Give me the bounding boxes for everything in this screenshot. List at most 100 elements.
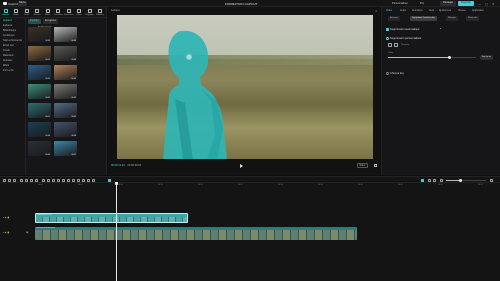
inspector-tab[interactable]: Ajustement [439,9,451,12]
cover-icon[interactable]: ▣ [26,231,28,234]
size-slider[interactable] [388,55,476,59]
ratio-button[interactable]: Ratio [356,163,368,168]
tool-texte[interactable]: Texte [22,8,31,17]
menu-button[interactable]: Menu [18,1,27,6]
preview-axis-icon[interactable] [433,178,436,182]
tool-importer[interactable]: Importer [1,8,10,17]
video-preview[interactable] [117,15,373,159]
delete-icon[interactable] [35,178,38,182]
ruler-tick-label: 00:50 [438,184,443,186]
tab-import[interactable]: Importer [28,19,41,24]
tool-soustitres[interactable]: Sous-titres [64,8,74,17]
tool-effets[interactable]: Effets [43,8,52,17]
mirror-icon[interactable] [52,178,55,182]
playhead-handle[interactable] [114,182,118,185]
tab-record[interactable]: Enregistrer [43,19,59,24]
timeline-panel: 00:00 00:05 00:10 00:15 00:20 00:25 00:30 00:35… [0,176,500,281]
inspector-tab[interactable]: Animation [412,9,423,12]
thumbnail-duration: 00:09 [71,96,77,99]
inspector-tab[interactable]: Suivi [429,9,434,12]
inspector-tab[interactable]: Application [472,9,484,12]
pro-button[interactable]: Pro [420,2,424,5]
media-thumbnail[interactable]: 00:04 [54,65,77,80]
auto-remove-checkbox[interactable] [386,28,389,31]
inspector-tab[interactable]: Vitesse [458,9,466,12]
zoom-out-icon[interactable] [440,178,443,182]
maximize-button[interactable]: ▢ [485,2,488,6]
zoom-in-icon[interactable] [490,178,493,182]
zoom-slider[interactable] [446,178,486,182]
snap-toggle-icon[interactable] [421,178,424,182]
color-icon[interactable] [87,178,90,182]
tool-filtres[interactable]: Filtres [75,8,84,17]
rotate-icon[interactable] [57,178,60,182]
inspector-subtab[interactable]: Basique [388,16,400,21]
zoom-slider-knob[interactable] [459,178,462,182]
export-button[interactable]: Exporter [458,1,474,6]
ruler-tick-label: 00:40 [358,184,363,186]
delete-right-icon[interactable] [30,178,33,182]
tool-rglages[interactable]: Réglages [85,8,94,17]
media-thumbnail[interactable]: 00:06 [54,46,77,61]
media-thumbnail[interactable]: 00:07 [28,84,51,99]
media-thumbnail[interactable]: 00:08 [54,122,77,137]
audio-separate-icon[interactable] [92,178,95,182]
delete-left-icon[interactable] [25,178,28,182]
media-thumbnail[interactable]: 00:09 [54,84,77,99]
size-slider-knob[interactable] [448,55,452,59]
track1-controls[interactable]: ▸ ◉ 🔒 [3,216,10,219]
overlay-video-clip[interactable]: Vidéo 00:00:12:03 [35,213,188,223]
ai-icon[interactable] [77,178,80,182]
media-thumbnail[interactable]: 00:10 [28,65,51,80]
crop-icon[interactable] [62,178,65,182]
inspector-subtab[interactable]: Retouche [466,16,480,21]
media-thumbnail[interactable]: 00:06 [28,122,51,137]
media-thumbnail[interactable]: 00:03 [28,141,51,156]
project-title[interactable]: FORMATION CAPCUT [225,2,258,6]
brush-label: Pinceau [401,44,409,46]
chroma-key-radio[interactable] [386,72,389,75]
media-thumbnail[interactable]: 00:05 [54,103,77,118]
inspector-subtab[interactable]: Supprimer l'arrière-plan [410,16,437,21]
speed-icon[interactable] [67,178,70,182]
play-icon[interactable] [240,163,243,168]
tool-audio[interactable]: Audio [12,8,21,17]
playhead[interactable] [116,183,117,281]
redo-icon[interactable] [13,178,16,182]
media-thumbnail[interactable]: 00:12 [28,46,51,61]
time-ruler[interactable]: 00:00 00:05 00:10 00:15 00:20 00:25 00:30 00:35… [30,183,500,189]
split-icon[interactable] [20,178,23,182]
tool-stickers[interactable]: Stickers [33,8,42,17]
remove-bg-icon[interactable] [82,178,85,182]
fullscreen-icon[interactable] [373,163,377,167]
main-video-clip[interactable]: Couverture 00:00:30:00 [35,227,357,240]
custom-remove-radio[interactable] [386,37,389,40]
edit-highlight-icon[interactable] [108,178,111,182]
media-thumbnail[interactable]: 00:07 [54,141,77,156]
tool-modles[interactable]: Modèles [96,8,105,17]
reverse-icon[interactable] [47,178,50,182]
apply-button[interactable]: Appliquer [480,55,494,60]
mask-icon[interactable] [72,178,75,182]
inspector-tab[interactable]: Audio [400,9,406,12]
player-menu-icon[interactable]: ≡ [375,9,377,13]
track2-controls[interactable]: ▸ ◉ 🔒 [3,231,10,234]
inspector-tabs: Vidéo Audio Animation Suivi Ajustement Vitess… [382,8,500,14]
minimize-button[interactable]: — [478,2,481,6]
inspector-tab[interactable]: Vidéo [386,9,392,12]
select-tool-icon[interactable] [3,178,6,182]
brush-icon[interactable] [388,43,392,47]
undo-icon[interactable] [8,178,11,182]
media-thumbnail[interactable]: 00:11 [28,103,51,118]
customize-button[interactable]: Personnaliser [392,2,408,5]
media-nav-item[interactable]: Intro et fin [0,68,25,73]
media-thumbnail[interactable]: 00:05 [28,27,51,42]
eraser-icon[interactable] [394,43,398,47]
inspector-subtab[interactable]: Masque [446,16,458,21]
link-icon[interactable] [428,178,431,182]
share-button[interactable]: Partager [440,1,456,6]
freeze-icon[interactable] [42,178,45,182]
tool-transitions[interactable]: Transitions [54,8,63,17]
close-button[interactable]: ✕ [492,2,495,6]
media-thumbnail[interactable]: 00:08 [54,27,77,42]
